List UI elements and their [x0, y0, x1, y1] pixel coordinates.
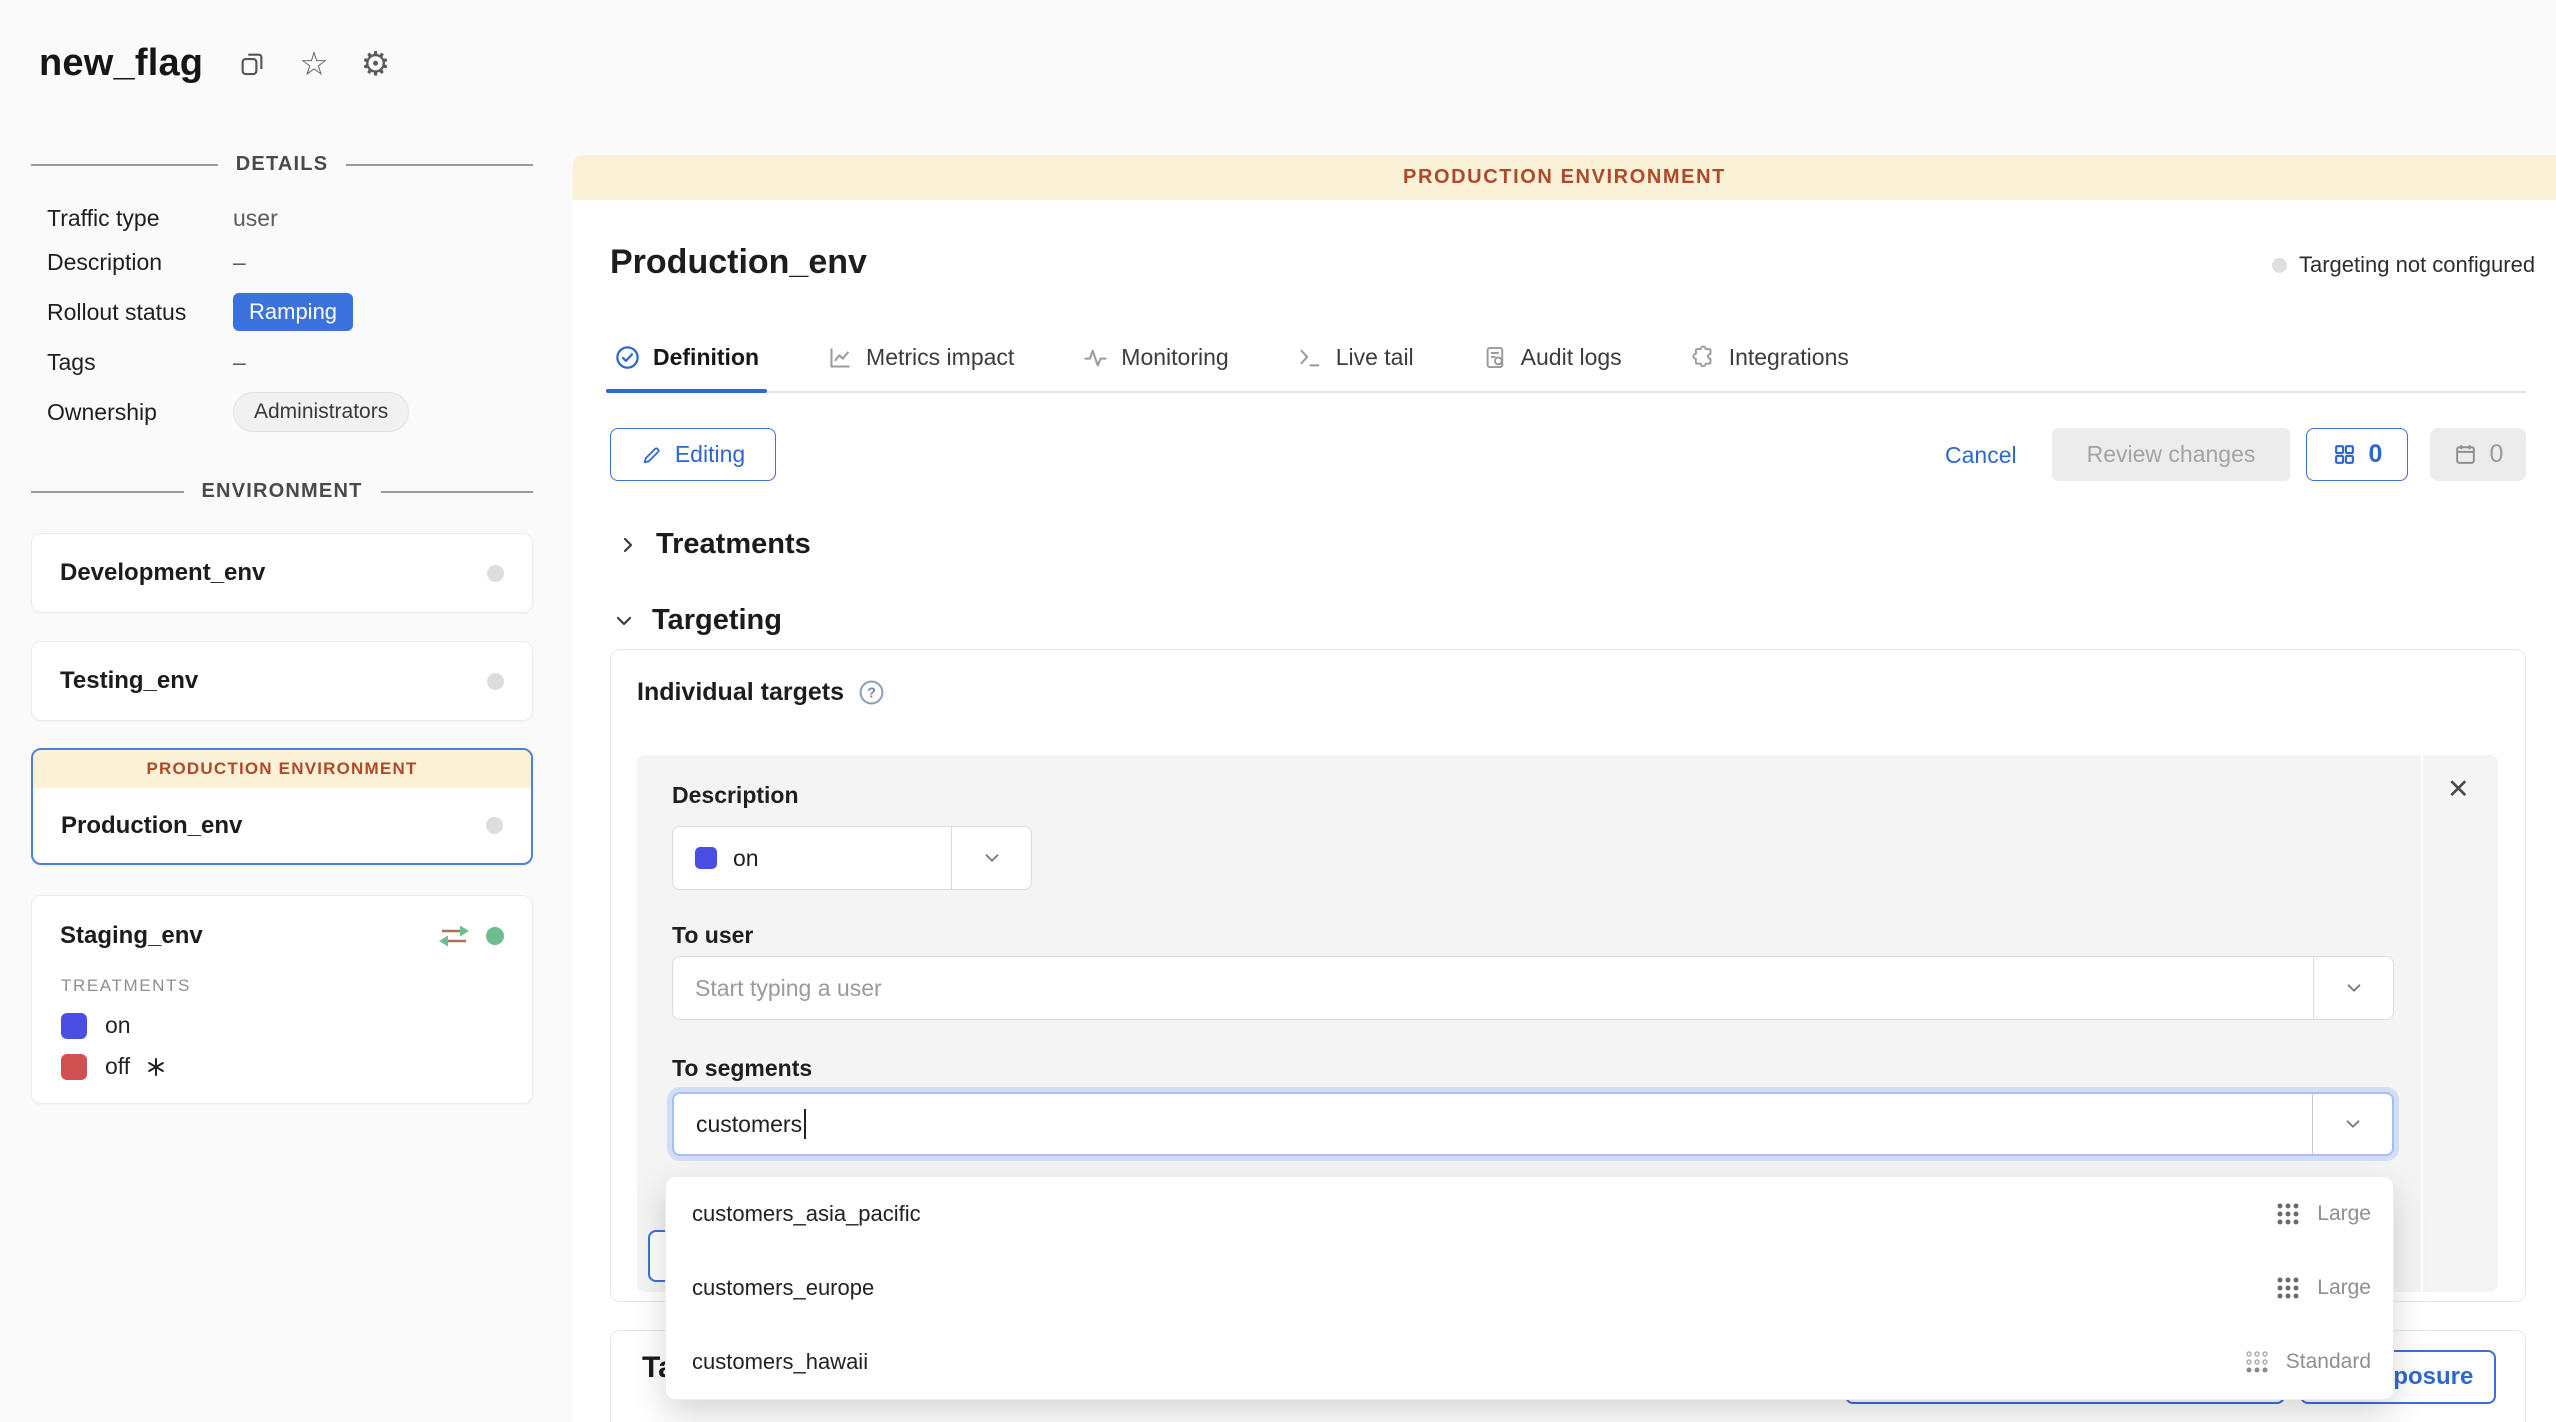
detail-traffic-type: Traffic type user: [47, 196, 533, 240]
env-status-dot: [487, 565, 504, 582]
scheduled-changes-button[interactable]: 0: [2430, 428, 2526, 481]
to-user-input[interactable]: Start typing a user: [672, 956, 2394, 1020]
tab-live-tail[interactable]: Live tail: [1293, 338, 1418, 391]
treatment-color-swatch: [695, 847, 717, 869]
chevron-down-icon[interactable]: [951, 827, 1031, 889]
to-segments-label: To segments: [672, 1055, 812, 1082]
detail-rollout-status: Rollout status Ramping: [47, 284, 533, 340]
treatment-on-row: on: [32, 996, 532, 1039]
tab-metrics-impact[interactable]: Metrics impact: [823, 338, 1018, 391]
rule-card-divider: [2421, 755, 2423, 1292]
grid-icon: [2332, 442, 2357, 467]
targeting-section-header[interactable]: Targeting: [612, 604, 782, 637]
gear-icon[interactable]: ⚙: [361, 47, 391, 80]
detail-ownership: Ownership Administrators: [47, 384, 533, 440]
env-card-development[interactable]: Development_env: [31, 533, 533, 613]
flag-title: new_flag: [39, 42, 203, 85]
calendar-icon: [2453, 442, 2478, 467]
to-user-label: To user: [672, 922, 753, 949]
treatments-section-header[interactable]: Treatments: [616, 528, 811, 561]
treatment-select[interactable]: on: [672, 826, 1032, 890]
text-caret: [804, 1109, 806, 1139]
segment-option-europe[interactable]: customers_europe Large: [666, 1251, 2393, 1325]
env-card-staging[interactable]: Staging_env TREATMENTS on off: [31, 895, 533, 1104]
pencil-icon: [641, 444, 663, 466]
tab-integrations[interactable]: Integrations: [1686, 338, 1853, 391]
env-active-dot: [486, 927, 504, 945]
description-label: Description: [672, 782, 799, 809]
segment-option-asia-pacific[interactable]: customers_asia_pacific Large: [666, 1177, 2393, 1251]
treatment-off-row: off: [32, 1039, 532, 1080]
segment-option-hawaii[interactable]: customers_hawaii Standard: [666, 1325, 2393, 1399]
to-user-placeholder: Start typing a user: [695, 975, 882, 1002]
chevron-right-icon: [616, 533, 640, 557]
rollout-status-badge: Ramping: [233, 293, 353, 331]
tab-definition[interactable]: Definition: [610, 338, 763, 391]
ownership-pill[interactable]: Administrators: [233, 392, 409, 432]
close-icon[interactable]: ✕: [2447, 776, 2470, 803]
monitoring-icon: [1082, 344, 1109, 371]
environment-heading: ENVIRONMENT: [31, 480, 533, 503]
env-card-testing[interactable]: Testing_env: [31, 641, 533, 721]
targeting-status: Targeting not configured: [2272, 252, 2535, 278]
tab-bar: Definition Metrics impact Monitoring: [610, 338, 2526, 393]
env-card-production[interactable]: PRODUCTION ENVIRONMENT Production_env: [31, 748, 533, 865]
cancel-button[interactable]: Cancel: [1945, 442, 2017, 469]
tab-monitoring[interactable]: Monitoring: [1078, 338, 1232, 391]
metrics-icon: [827, 344, 854, 371]
env-status-dot: [487, 673, 504, 690]
chevron-down-icon: [612, 609, 636, 633]
treatments-caption: TREATMENTS: [32, 950, 532, 996]
help-icon[interactable]: ?: [858, 679, 885, 706]
audit-logs-icon: [1482, 344, 1509, 371]
chevron-down-icon[interactable]: [2313, 957, 2393, 1019]
treatment-off-swatch: [61, 1054, 87, 1080]
production-env-label: PRODUCTION ENVIRONMENT: [33, 750, 531, 788]
chevron-down-icon[interactable]: [2312, 1094, 2392, 1154]
live-tail-icon: [1297, 344, 1324, 371]
environment-title: Production_env: [610, 243, 867, 282]
copy-icon[interactable]: [237, 49, 267, 79]
production-environment-banner: PRODUCTION ENVIRONMENT: [573, 155, 2556, 200]
large-segment-icon: [2275, 1275, 2301, 1301]
status-dot: [2272, 258, 2287, 273]
app-screen: new_flag ☆ ⚙ DETAILS Traffic type user D…: [0, 0, 2556, 1422]
pending-changes-button[interactable]: 0: [2306, 428, 2408, 481]
definition-icon: [614, 344, 641, 371]
tab-audit-logs[interactable]: Audit logs: [1478, 338, 1626, 391]
detail-description: Description –: [47, 240, 533, 284]
standard-segment-icon: [2244, 1349, 2270, 1375]
default-treatment-asterisk-icon: [146, 1057, 166, 1077]
star-icon[interactable]: ☆: [299, 47, 329, 80]
sync-arrows-icon: [436, 923, 472, 949]
to-segments-input[interactable]: customers: [672, 1092, 2394, 1156]
treatment-on-swatch: [61, 1013, 87, 1039]
review-changes-button[interactable]: Review changes: [2052, 428, 2290, 481]
segments-dropdown: customers_asia_pacific Large customers_e…: [665, 1176, 2394, 1400]
editing-button[interactable]: Editing: [610, 428, 776, 481]
env-status-dot: [486, 817, 503, 834]
large-segment-icon: [2275, 1201, 2301, 1227]
detail-tags: Tags –: [47, 340, 533, 384]
svg-text:?: ?: [867, 686, 876, 702]
individual-targets-heading: Individual targets ?: [637, 678, 885, 707]
details-heading: DETAILS: [31, 153, 533, 176]
integrations-icon: [1690, 344, 1717, 371]
